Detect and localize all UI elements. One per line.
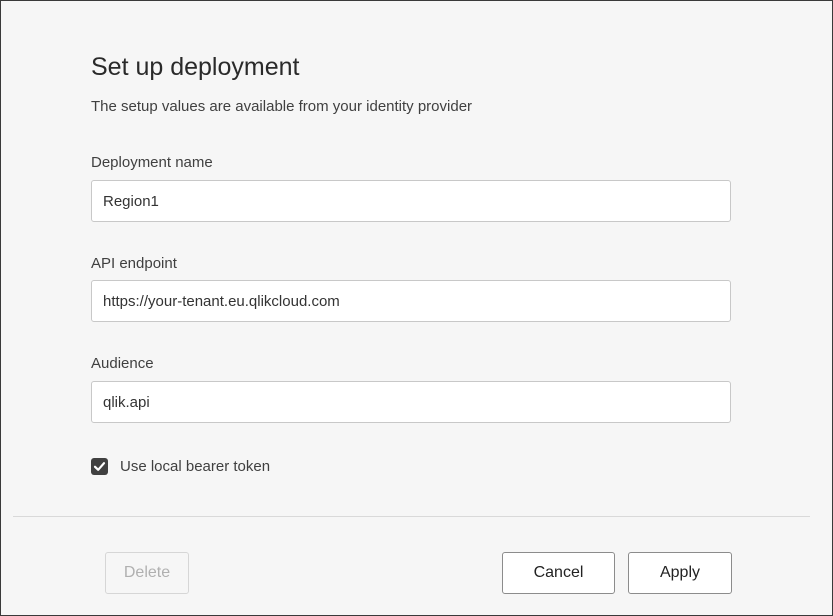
deployment-name-label: Deployment name [91,154,213,171]
audience-input[interactable] [91,381,731,423]
deployment-name-input[interactable] [91,180,731,222]
delete-button[interactable]: Delete [105,552,189,594]
apply-button[interactable]: Apply [628,552,732,594]
setup-deployment-dialog: Set up deployment The setup values are a… [0,0,833,616]
use-local-bearer-token-label: Use local bearer token [120,457,271,475]
checkmark-icon [93,461,106,471]
cancel-button[interactable]: Cancel [502,552,615,594]
api-endpoint-label: API endpoint [91,255,177,272]
dialog-title: Set up deployment [91,53,300,81]
use-local-bearer-token-checkbox[interactable] [91,457,108,475]
dialog-subtitle: The setup values are available from your… [91,98,473,115]
audience-label: Audience [91,355,154,372]
use-local-bearer-token-option[interactable]: Use local bearer token [91,455,270,477]
footer-divider [13,516,810,517]
api-endpoint-input[interactable] [91,280,731,322]
